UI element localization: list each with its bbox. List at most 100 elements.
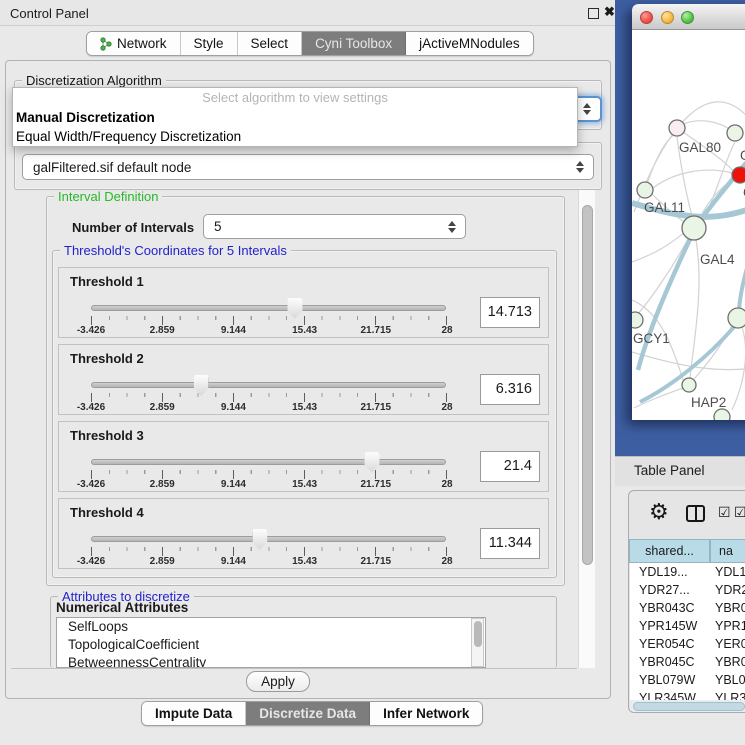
edge-node[interactable]: [714, 409, 730, 420]
table-row[interactable]: YPR145WYPR1: [630, 617, 745, 635]
table-body: YDL19...YDL1YDR27...YDR2YBR043CYBR0YPR14…: [630, 563, 745, 700]
table-row[interactable]: YDR27...YDR2: [630, 581, 745, 599]
tab-discretize-data[interactable]: Discretize Data: [246, 702, 370, 725]
column-header-shared[interactable]: shared...: [629, 539, 710, 563]
slider-ticks: [91, 547, 447, 556]
red-node[interactable]: [732, 167, 745, 183]
threshold-slider[interactable]: [91, 305, 446, 311]
attributes-scrollbar[interactable]: [471, 618, 484, 667]
panel-scrollbar-thumb[interactable]: [582, 205, 593, 565]
number-of-intervals-label: Number of Intervals: [72, 220, 194, 235]
GAL11-node[interactable]: [637, 182, 653, 198]
viewport-divider: [11, 668, 577, 669]
slider-tick-labels: -3.4262.8599.14415.4321.71528: [91, 325, 447, 337]
slider-tick-labels: -3.4262.8599.14415.4321.71528: [91, 479, 447, 491]
cell-shared-name: YBR045C: [630, 653, 715, 671]
H-node[interactable]: [728, 308, 745, 328]
tick-label: 2.859: [150, 402, 175, 413]
number-of-intervals-combobox[interactable]: 5: [203, 214, 466, 239]
tick-label: 28: [441, 556, 452, 567]
zoom-traffic-light-icon[interactable]: [681, 11, 694, 24]
threshold-slider[interactable]: [91, 382, 446, 388]
tick-label: 21.715: [361, 479, 392, 490]
minimize-traffic-light-icon[interactable]: [661, 11, 674, 24]
threshold-value-field[interactable]: 21.4: [480, 451, 540, 482]
table-data-value: galFiltered.sif default node: [33, 160, 191, 175]
threshold-slider[interactable]: [91, 536, 446, 542]
attribute-list-item[interactable]: BetweennessCentrality: [57, 654, 485, 668]
tick-label: 21.715: [361, 402, 392, 413]
combo-arrows-icon: [448, 221, 456, 233]
tick-label: 2.859: [150, 325, 175, 336]
tab-impute-data[interactable]: Impute Data: [142, 702, 246, 725]
table-row[interactable]: YLR345WYLR3: [630, 689, 745, 700]
threshold-2-row: Threshold 2 -3.4262.8599.14415.4321.7152…: [58, 344, 549, 415]
tick-label: -3.426: [77, 325, 105, 336]
GAL4-node[interactable]: [682, 216, 706, 240]
table-row[interactable]: YDL19...YDL1: [630, 563, 745, 581]
table-row[interactable]: YBR043CYBR0: [630, 599, 745, 617]
tick-label: 28: [441, 325, 452, 336]
threshold-value-field[interactable]: 11.344: [480, 528, 540, 559]
apply-button[interactable]: Apply: [246, 671, 310, 692]
tick-label: 21.715: [361, 325, 392, 336]
cell-shared-name: YER054C: [630, 635, 715, 653]
table-toolbar: ⚙ ☑ ☑: [629, 491, 745, 537]
column-header-name[interactable]: na: [710, 539, 745, 563]
threshold-label: Threshold 4: [70, 505, 144, 520]
node[interactable]: [727, 125, 743, 141]
GAL80-node[interactable]: [669, 120, 685, 136]
tick-label: 9.144: [221, 325, 246, 336]
tick-label: -3.426: [77, 402, 105, 413]
table-data-combobox[interactable]: galFiltered.sif default node: [22, 154, 594, 180]
slider-ticks: [91, 316, 447, 325]
attributes-scrollbar-thumb[interactable]: [474, 621, 482, 647]
table-row[interactable]: YBR045CYBR0: [630, 653, 745, 671]
slider-tick-labels: -3.4262.8599.14415.4321.71528: [91, 556, 447, 568]
close-traffic-light-icon[interactable]: [640, 11, 653, 24]
network-icon: [100, 37, 112, 51]
GCY1-node[interactable]: [632, 312, 643, 328]
HAP2-node[interactable]: [682, 378, 696, 392]
dropdown-item-manual-discretization[interactable]: Manual Discretization: [13, 108, 577, 127]
tab-style[interactable]: Style: [181, 32, 238, 55]
tab-infer-network[interactable]: Infer Network: [370, 702, 482, 725]
checkbox-icon[interactable]: ☑: [718, 504, 731, 521]
split-columns-icon[interactable]: [686, 505, 705, 522]
attribute-list-item[interactable]: TopologicalCoefficient: [57, 636, 485, 654]
node-label: GAL11: [644, 200, 685, 215]
close-icon[interactable]: ✖: [604, 4, 615, 20]
network-window: GAL80GACGAL11GAL4GCY1HHAP2: [632, 4, 745, 420]
checkbox-icon[interactable]: ☑: [734, 504, 745, 521]
interval-definition-title: Interval Definition: [54, 190, 162, 203]
table-hscrollbar[interactable]: [630, 700, 745, 712]
slider-tick-labels: -3.4262.8599.14415.4321.71528: [91, 402, 447, 414]
table-row[interactable]: YBL079WYBL0: [630, 671, 745, 689]
gear-icon[interactable]: ⚙: [649, 499, 669, 525]
table-row[interactable]: YER054CYER0: [630, 635, 745, 653]
table-hscrollbar-thumb[interactable]: [633, 702, 745, 711]
tab-network[interactable]: Network: [87, 32, 181, 55]
cell-name: YPR1: [715, 617, 745, 635]
threshold-slider[interactable]: [91, 459, 446, 465]
tab-select[interactable]: Select: [238, 32, 303, 55]
bottom-tabbar: Impute Data Discretize Data Infer Networ…: [141, 701, 483, 726]
numerical-attributes-list[interactable]: SelfLoopsTopologicalCoefficientBetweenne…: [56, 617, 486, 668]
table-panel-container: ⚙ ☑ ☑ shared... na YDL19...YDL1YDR27...Y…: [628, 490, 745, 713]
threshold-value-field[interactable]: 14.713: [480, 297, 540, 328]
attribute-list-item[interactable]: SelfLoops: [57, 618, 485, 636]
network-canvas[interactable]: GAL80GACGAL11GAL4GCY1HHAP2: [632, 30, 745, 420]
tick-label: 2.859: [150, 479, 175, 490]
combo-arrows-icon: [583, 103, 591, 115]
cell-name: YDR2: [715, 581, 745, 599]
cell-shared-name: YDR27...: [630, 581, 715, 599]
threshold-value-field[interactable]: 6.316: [480, 374, 540, 405]
tab-jactivemnodules[interactable]: jActiveMNodules: [406, 32, 533, 55]
thresholds-group-title: Threshold's Coordinates for 5 Intervals: [60, 244, 291, 257]
cell-name: YBR0: [715, 653, 745, 671]
dropdown-item-equal-width-frequency[interactable]: Equal Width/Frequency Discretization: [13, 127, 577, 146]
float-window-icon[interactable]: [588, 8, 599, 19]
node-label: GCY1: [633, 331, 670, 346]
tick-label: 9.144: [221, 479, 246, 490]
tab-cyni-toolbox[interactable]: Cyni Toolbox: [302, 32, 406, 55]
